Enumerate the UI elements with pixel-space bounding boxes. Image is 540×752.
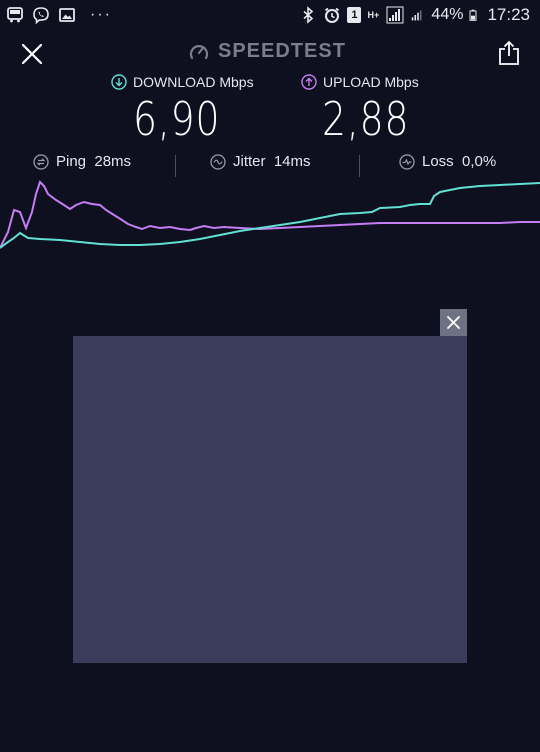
jitter-icon [210,153,226,170]
ping-text: Ping 28ms [56,153,132,170]
signal-icon [386,6,404,24]
bus-icon [7,7,23,23]
ping-icon [33,153,49,170]
status-right: 1 H+ 44% 17:23 [299,5,530,25]
ad-banner[interactable] [73,336,467,663]
loss-icon [399,153,415,170]
battery-percent: 44% [431,6,464,23]
jitter-text: Jitter 14ms [233,153,311,170]
viber-icon [33,7,49,24]
download-graph-line [0,182,540,249]
jitter-stat: Jitter 14ms [210,153,311,170]
clock: 17:23 [487,5,530,24]
share-icon[interactable] [496,39,522,67]
upload-label-text: UPLOAD Mbps [323,74,419,90]
loss-stat: Loss 0,0% [399,153,496,170]
speedtest-logo: SPEEDTEST [188,40,346,63]
gallery-icon [59,8,75,22]
top-bar: SPEEDTEST [0,34,540,74]
close-icon[interactable] [18,40,46,68]
download-speed-value: 6,90 [133,92,221,146]
download-label: DOWNLOAD Mbps [111,74,254,90]
loss-text: Loss 0,0% [422,153,497,170]
ping-stat: Ping 28ms [33,153,131,170]
upload-graph-line [0,180,540,249]
notification-badge-icon: 1 [347,7,362,23]
bluetooth-icon [303,6,314,24]
ad-close-button[interactable] [440,309,467,336]
signal-2-icon [412,10,422,21]
arrow-down-icon [111,74,127,90]
page-title: SPEEDTEST [218,40,346,62]
download-label-text: DOWNLOAD Mbps [133,74,254,90]
arrow-up-icon [301,74,317,90]
status-bar: ··· 1 H+ 44% 17:23 [0,0,540,34]
speedometer-icon [189,44,209,59]
close-icon[interactable] [440,309,467,336]
status-left: ··· [6,6,112,24]
upload-speed-value: 2,88 [322,92,410,146]
network-type-icon: H+ [367,9,380,20]
battery-icon [469,9,477,21]
alarm-icon [325,7,340,23]
upload-label: UPLOAD Mbps [301,74,419,90]
more-notifications-indicator: ··· [90,6,112,23]
speed-graph [0,180,540,249]
